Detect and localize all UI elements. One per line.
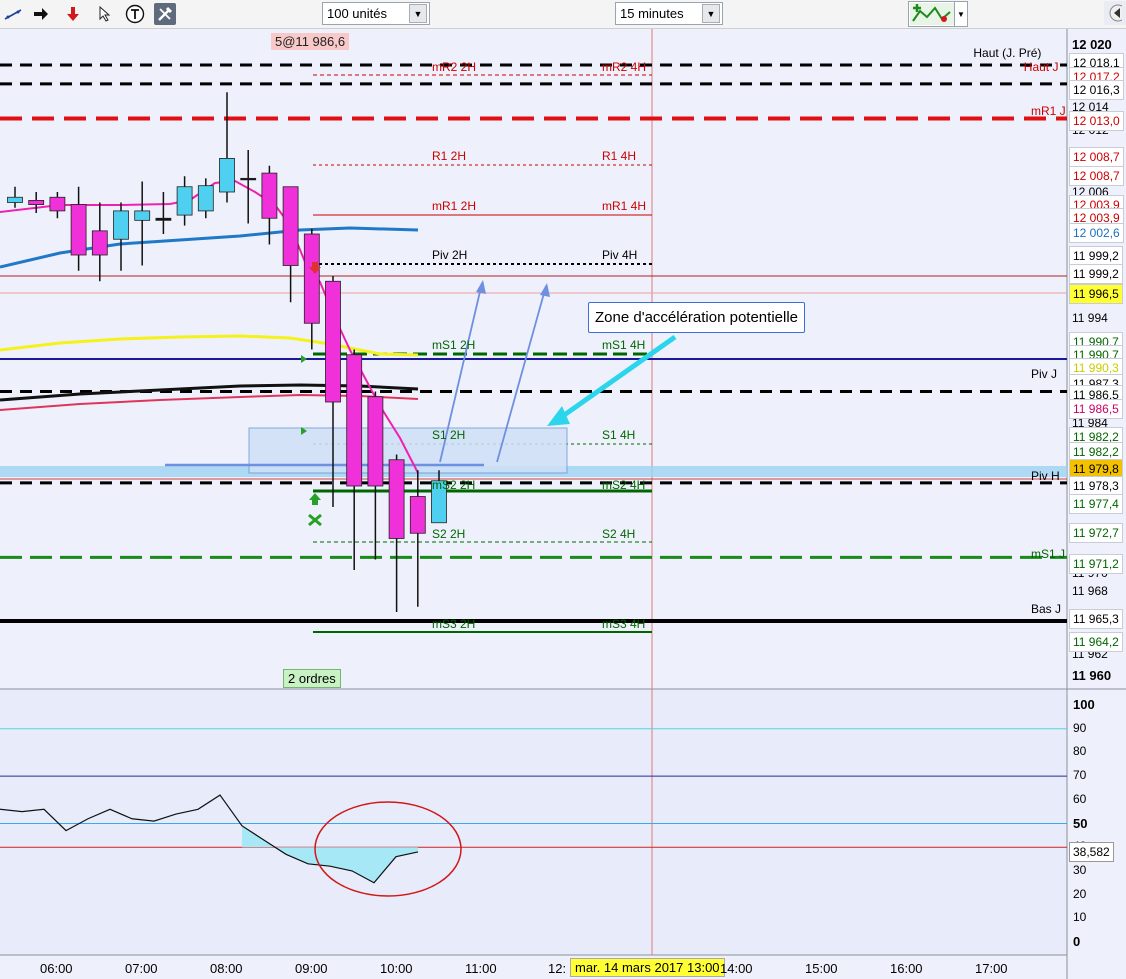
time-tick-label: 16:00 — [890, 961, 923, 976]
level-2h-label: S2 2H — [432, 527, 466, 541]
level-4h-label: Piv 4H — [602, 248, 638, 262]
time-tick-label: 09:00 — [295, 961, 328, 976]
crosshair-date-label: mar. 14 mars 2017 13:00 — [570, 958, 725, 977]
candle[interactable] — [7, 196, 23, 203]
oscillator-tick-label: 0 — [1073, 934, 1081, 949]
price-tag[interactable]: 12 008,7 — [1069, 147, 1124, 167]
oscillator-tick-label: 80 — [1073, 744, 1087, 759]
oscillator-tick-label: 70 — [1073, 768, 1087, 783]
level-4h-label: mS2 4H — [602, 478, 646, 492]
price-tag[interactable]: 11 978,3 — [1069, 476, 1123, 496]
candle[interactable] — [282, 186, 299, 266]
price-tag[interactable]: 11 977,4 — [1069, 494, 1123, 514]
level-4h-label: S2 4H — [602, 527, 636, 541]
zone-acceleration-note[interactable]: Zone d'accélération potentielle — [588, 302, 805, 333]
time-tick-label: 07:00 — [125, 961, 158, 976]
candle[interactable] — [197, 185, 214, 212]
price-tick-label: 11 968 — [1072, 584, 1108, 598]
time-tick-label: 14:00 — [720, 961, 753, 976]
price-tag[interactable]: 11 964,2 — [1069, 632, 1123, 652]
candle[interactable] — [388, 459, 405, 539]
price-tag[interactable]: 11 999,2 — [1069, 246, 1123, 266]
price-chart[interactable] — [0, 0, 1126, 979]
level-4h-label: mS3 4H — [602, 617, 646, 631]
time-tick-label: 08:00 — [210, 961, 243, 976]
candle[interactable] — [409, 496, 426, 534]
level-name-label: mR1 J — [1031, 104, 1066, 118]
time-tick-label: 17:00 — [975, 961, 1008, 976]
price-tag[interactable]: 12 002,6 — [1069, 223, 1124, 243]
level-4h-label: R1 4H — [602, 149, 637, 163]
price-tick-label: 11 960 — [1072, 668, 1112, 683]
oscillator-tick-label: 90 — [1073, 720, 1087, 735]
price-tick-label: 11 994 — [1072, 311, 1108, 325]
level-name-label: Piv H — [1031, 469, 1060, 483]
price-tag[interactable]: 11 999,2 — [1069, 264, 1123, 284]
oscillator-tick-label: 50 — [1073, 815, 1088, 831]
level-2h-label: mS3 2H — [432, 617, 476, 631]
price-tag[interactable]: 12 016,3 — [1069, 80, 1124, 100]
time-tick-label: 12: — [548, 961, 567, 976]
oscillator-tick-label: 100 — [1073, 697, 1095, 712]
level-2h-label: mR2 2H — [432, 60, 477, 74]
price-tick-label: 12 020 — [1072, 37, 1112, 52]
candle[interactable] — [367, 396, 384, 487]
price-tag[interactable]: 11 996,5 — [1069, 284, 1123, 304]
level-2h-label: S1 2H — [432, 428, 466, 442]
orders-badge[interactable]: 2 ordres — [283, 669, 341, 688]
level-2h-label: R1 2H — [432, 149, 467, 163]
level-name-label: Haut J — [1023, 60, 1059, 74]
oscillator-tick-label: 20 — [1073, 886, 1087, 901]
time-tick-label: 10:00 — [380, 961, 413, 976]
price-tag[interactable]: 12 013,0 — [1069, 111, 1124, 131]
price-tag[interactable]: 12 008,7 — [1069, 166, 1124, 186]
candle[interactable] — [346, 354, 363, 487]
candle[interactable] — [113, 210, 129, 240]
candle[interactable] — [49, 196, 66, 212]
time-tick-label: 06:00 — [40, 961, 73, 976]
level-4h-label: mR2 4H — [602, 60, 647, 74]
candle[interactable] — [303, 233, 320, 324]
level-name-label: Haut (J. Pré) — [973, 46, 1042, 60]
oscillator-pane — [0, 690, 1067, 955]
level-name-label: Piv J — [1031, 367, 1058, 381]
candle[interactable] — [28, 199, 45, 205]
level-4h-label: mS1 4H — [602, 338, 646, 352]
level-4h-label: mR1 4H — [602, 199, 647, 213]
time-tick-label: 11:00 — [465, 961, 497, 976]
oscillator-tick-label: 30 — [1073, 862, 1087, 877]
level-2h-label: mS1 2H — [432, 338, 476, 352]
candle[interactable] — [91, 230, 108, 256]
level-2h-label: Piv 2H — [432, 248, 468, 262]
candle[interactable] — [261, 172, 278, 219]
price-tag[interactable]: 11 971,2 — [1069, 554, 1123, 574]
level-name-label: Bas J — [1031, 602, 1062, 616]
candle[interactable] — [134, 210, 151, 221]
level-2h-label: mS2 2H — [432, 478, 476, 492]
level-4h-label: S1 4H — [602, 428, 636, 442]
level-2h-label: mR1 2H — [432, 199, 477, 213]
chart-window: 100 unités ▼ 15 minutes ▼ ▼ 5@11 986,6 2… — [0, 0, 1126, 979]
candle[interactable] — [176, 186, 193, 216]
candle[interactable] — [240, 177, 257, 181]
price-tag[interactable]: 11 972,7 — [1069, 523, 1123, 543]
time-tick-label: 15:00 — [805, 961, 838, 976]
oscillator-value-tag[interactable]: 38,582 — [1069, 841, 1114, 862]
candle[interactable] — [70, 204, 87, 256]
level-name-label: mS1 J — [1031, 547, 1066, 561]
price-tag[interactable]: 11 986,5 — [1069, 399, 1123, 419]
candle[interactable] — [325, 280, 341, 403]
price-tag[interactable]: 11 965,3 — [1069, 609, 1123, 629]
order-tag[interactable]: 5@11 986,6 — [271, 33, 350, 50]
candle[interactable] — [219, 157, 235, 193]
candle[interactable] — [155, 217, 172, 221]
oscillator-tick-label: 60 — [1073, 791, 1087, 806]
oscillator-tick-label: 10 — [1073, 910, 1087, 925]
